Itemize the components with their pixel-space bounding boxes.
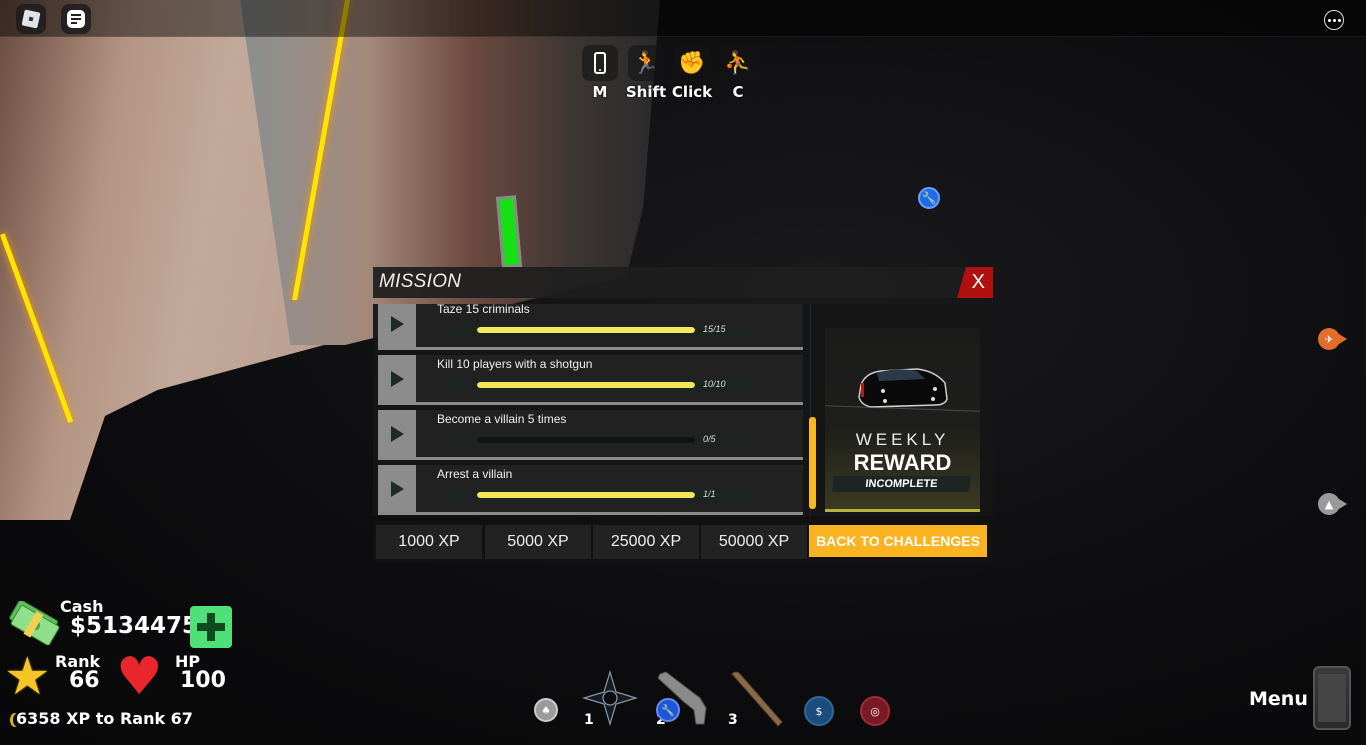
keybind-key: M [592, 83, 608, 101]
player-stats-hud: Cash $5134475 ★ Rank 66 ♥ HP 100 6358 XP… [0, 595, 240, 745]
xp-tab-1000[interactable]: 1000 XP [376, 525, 482, 559]
sprint-icon: 🏃 [628, 45, 664, 81]
back-to-challenges-button[interactable]: BACK TO CHALLENGES [809, 525, 987, 557]
task-progress-count: 15/15 [703, 324, 726, 334]
keybind-key: Click [671, 83, 713, 101]
play-icon [390, 425, 404, 442]
reward-weekly-text: WEEKLY [855, 430, 950, 449]
task-progress-track: 15/15 [448, 324, 753, 336]
wrench-marker-icon: 🔧 [656, 698, 680, 722]
xp-tab-25000[interactable]: 25000 XP [593, 525, 699, 559]
punch-icon: ✊ [674, 45, 710, 81]
roblox-menu-button[interactable] [16, 4, 46, 34]
xp-tab-5000[interactable]: 5000 XP [485, 525, 591, 559]
slot-number: 3 [728, 712, 738, 728]
hp-value: 100 [180, 668, 226, 693]
keybind-sprint[interactable]: 🏃 Shift [626, 45, 666, 101]
mission-panel: MISSION X Taze 15 criminals 15/15 Kill 1… [373, 267, 993, 563]
hotbar-slot-3[interactable]: 3 [726, 668, 786, 732]
hotbar-slot-1[interactable]: 1 [581, 668, 642, 732]
roblox-logo-icon [21, 9, 41, 29]
task-progress-bar [477, 437, 695, 443]
cone-marker-icon: ▲ [1318, 493, 1347, 515]
task-label: Become a villain 5 times [437, 412, 567, 426]
rank-value: 66 [69, 668, 100, 693]
task-label: Kill 10 players with a shotgun [437, 357, 593, 371]
play-button[interactable] [378, 355, 416, 402]
rank-star-icon: ★ [4, 647, 51, 707]
more-options-button[interactable] [1324, 10, 1344, 30]
heart-icon: ♥ [116, 647, 163, 707]
wrench-marker-icon: 🔧 [918, 187, 940, 209]
task-row: Arrest a villain 1/1 [378, 465, 803, 515]
plane-marker-icon: ✈ [1318, 328, 1347, 350]
menu-phone-button[interactable] [1313, 666, 1351, 730]
weekly-reward-card[interactable]: WEEKLY REWARD INCOMPLETE [825, 328, 980, 512]
task-list-scrollbar-thumb[interactable] [809, 417, 816, 509]
task-progress-fill [477, 492, 695, 498]
close-button[interactable]: X [957, 267, 993, 298]
keybind-phone[interactable]: M [580, 45, 620, 101]
chat-button[interactable] [61, 4, 91, 34]
task-list[interactable]: Taze 15 criminals 15/15 Kill 10 players … [378, 304, 803, 516]
xp-to-next-rank: 6358 XP to Rank 67 [16, 709, 193, 728]
mission-title: MISSION [379, 271, 462, 292]
task-progress-fill [477, 327, 695, 333]
phone-icon [582, 45, 618, 81]
slot-number: 1 [584, 712, 594, 728]
keybind-key: C [732, 83, 744, 101]
task-row: Become a villain 5 times 0/5 [378, 410, 803, 460]
plus-icon [197, 613, 225, 641]
task-progress-bar [477, 382, 695, 388]
xp-tab-50000[interactable]: 50000 XP [701, 525, 807, 559]
keybind-crawl[interactable]: ⛹ C [718, 45, 758, 101]
task-row: Kill 10 players with a shotgun 10/10 [378, 355, 803, 405]
target-marker-icon: ◎ [860, 696, 890, 726]
task-progress-track: 10/10 [448, 379, 753, 391]
play-button[interactable] [378, 465, 416, 512]
keybind-punch[interactable]: ✊ Click [672, 45, 712, 101]
car-icon [858, 368, 948, 408]
crawl-icon: ⛹ [720, 45, 756, 81]
play-button[interactable] [378, 304, 416, 347]
roblox-topbar [0, 0, 1366, 37]
reward-title: REWARD [853, 450, 952, 475]
menu-label[interactable]: Menu [1249, 688, 1308, 710]
task-progress-count: 1/1 [703, 489, 716, 499]
task-progress-count: 0/5 [703, 434, 716, 444]
task-label: Taze 15 criminals [437, 304, 530, 316]
mission-body: Taze 15 criminals 15/15 Kill 10 players … [373, 304, 993, 516]
task-progress-bar [477, 492, 695, 498]
chat-icon [67, 10, 85, 28]
money-marker-icon: $ [804, 696, 834, 726]
play-icon [390, 315, 404, 332]
keybind-key: Shift [625, 83, 667, 101]
add-cash-button[interactable] [190, 606, 232, 648]
task-progress-track: 1/1 [448, 489, 753, 501]
task-progress-bar [477, 327, 695, 333]
task-row: Taze 15 criminals 15/15 [378, 304, 803, 350]
play-icon [390, 480, 404, 497]
task-progress-count: 10/10 [703, 379, 726, 389]
task-label: Arrest a villain [437, 467, 513, 481]
play-button[interactable] [378, 410, 416, 457]
cash-value: $5134475 [70, 613, 199, 639]
hotbar: ♠ 1 2 🔧 3 $ ◎ [520, 660, 900, 745]
task-progress-fill [477, 382, 695, 388]
spade-marker-icon: ♠ [534, 698, 558, 722]
reward-status-badge: INCOMPLETE [832, 476, 971, 492]
play-icon [390, 370, 404, 387]
mission-footer: 1000 XP 5000 XP 25000 XP 50000 XP BACK T… [373, 521, 993, 563]
task-progress-track: 0/5 [448, 434, 753, 446]
cash-icon [9, 601, 60, 645]
mission-header: MISSION X [373, 267, 993, 298]
keybind-hints: M 🏃 Shift ✊ Click ⛹ C [580, 45, 758, 101]
